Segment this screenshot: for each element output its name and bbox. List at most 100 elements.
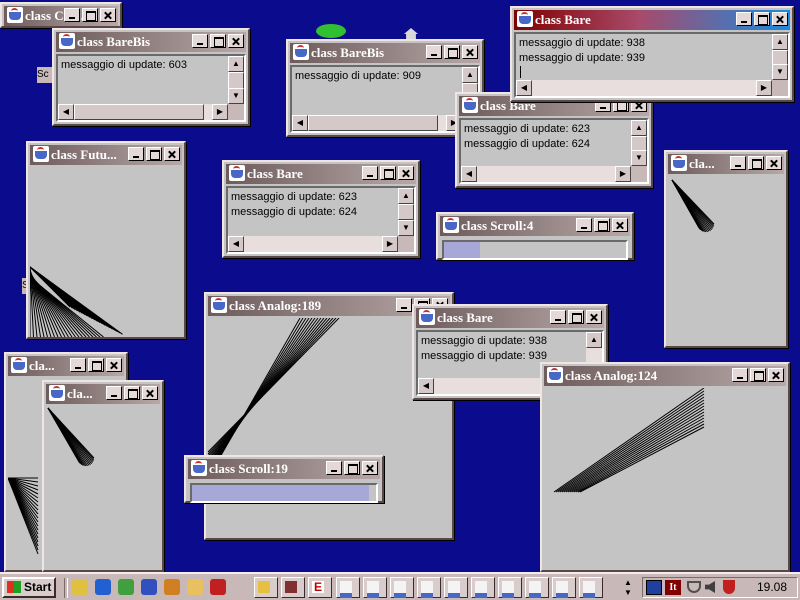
task-button[interactable] — [579, 577, 603, 598]
sound-icon[interactable] — [210, 579, 226, 595]
text-area[interactable]: messaggio di update: 623 messaggio di up… — [226, 186, 416, 254]
close-button[interactable] — [612, 218, 628, 232]
task-button[interactable] — [363, 577, 387, 598]
close-button[interactable] — [586, 310, 602, 324]
scroll-right-button[interactable]: ▶ — [382, 236, 398, 252]
maximize-button[interactable] — [380, 166, 396, 180]
minimize-button[interactable] — [396, 298, 412, 312]
task-button[interactable] — [525, 577, 549, 598]
close-button[interactable] — [100, 8, 116, 22]
clock[interactable]: 19.08 — [757, 578, 787, 597]
window-future[interactable]: class Futu... — [26, 141, 186, 339]
scroll-right-button[interactable]: ▶ — [756, 80, 772, 96]
text-area[interactable]: messaggio di update: 623 messaggio di up… — [459, 118, 649, 184]
maximize-button[interactable] — [124, 386, 140, 400]
close-button[interactable] — [398, 166, 414, 180]
resize-grip[interactable] — [631, 166, 647, 182]
minimize-button[interactable] — [362, 166, 378, 180]
scroll-thumb[interactable] — [308, 115, 438, 131]
task-button[interactable] — [552, 577, 576, 598]
resize-grip[interactable] — [772, 80, 788, 96]
scroll-left-button[interactable]: ◀ — [418, 378, 434, 394]
task-button[interactable] — [390, 577, 414, 598]
task-button[interactable] — [281, 577, 305, 598]
scroll-left-button[interactable]: ◀ — [292, 115, 308, 131]
window-scroll-19[interactable]: class Scroll:19 — [184, 455, 384, 503]
task-button[interactable] — [498, 577, 522, 598]
window-bare-behind[interactable]: class Bare messaggio di update: 623 mess… — [455, 92, 653, 188]
title-bar[interactable]: class Bare — [514, 10, 790, 30]
task-button[interactable] — [417, 577, 441, 598]
close-button[interactable] — [164, 147, 180, 161]
shield-icon[interactable] — [723, 580, 735, 594]
taskbar-scroll-arrows[interactable]: ▲ ▼ — [620, 578, 636, 598]
close-button[interactable] — [766, 156, 782, 170]
window-bare-active[interactable]: class Bare messaggio di update: 938 mess… — [510, 6, 794, 102]
close-button[interactable] — [228, 34, 244, 48]
window-bare-center[interactable]: class Bare messaggio di update: 623 mess… — [222, 160, 420, 258]
maximize-button[interactable] — [88, 358, 104, 372]
task-button[interactable]: E — [308, 577, 332, 598]
window-barebis-1[interactable]: class BareBis messaggio di update: 603 ▲… — [52, 28, 250, 126]
title-bar[interactable]: class BareBis — [56, 32, 246, 52]
text-area[interactable]: messaggio di update: 603 ▲ ▼ ◀ ▶ — [56, 54, 246, 122]
close-button[interactable] — [772, 12, 788, 26]
minimize-button[interactable] — [192, 34, 208, 48]
files-icon[interactable] — [187, 579, 203, 595]
scroll-down-button[interactable]: ▼ — [772, 64, 788, 80]
vertical-scrollbar[interactable]: ▲▼ — [228, 56, 244, 104]
vertical-scrollbar[interactable]: ▲▼ — [631, 120, 647, 166]
minimize-button[interactable] — [326, 461, 342, 475]
minimize-button[interactable] — [550, 310, 566, 324]
horizontal-scrollbar[interactable]: ◀▶ — [292, 115, 462, 131]
network-icon[interactable] — [687, 581, 701, 593]
ie-icon[interactable] — [95, 579, 111, 595]
title-bar[interactable]: cla... — [8, 356, 124, 376]
window-counter[interactable]: class Cou... — [0, 2, 122, 28]
horizontal-scrollbar[interactable]: ◀▶ — [58, 104, 228, 120]
vertical-scrollbar[interactable]: ▲▼ — [772, 34, 788, 80]
title-bar[interactable]: class Bare — [226, 164, 416, 184]
minimize-button[interactable] — [64, 8, 80, 22]
minimize-button[interactable] — [576, 218, 592, 232]
scroll-down-button[interactable]: ▼ — [398, 220, 414, 236]
mail-icon[interactable] — [72, 579, 88, 595]
scroll-thumb[interactable] — [398, 204, 414, 220]
window-right-small[interactable]: cla... — [664, 150, 788, 348]
title-bar[interactable]: cla... — [46, 384, 160, 404]
title-bar[interactable]: class Scroll:19 — [188, 459, 380, 479]
maximize-button[interactable] — [748, 156, 764, 170]
title-bar[interactable]: class BareBis — [290, 43, 480, 63]
scroll-thumb[interactable] — [74, 104, 204, 120]
minimize-button[interactable] — [128, 147, 144, 161]
maximize-button[interactable] — [444, 45, 460, 59]
task-button[interactable] — [336, 577, 360, 598]
scroll-down-button[interactable]: ▼ — [631, 150, 647, 166]
text-area[interactable]: messaggio di update: 909 ▲▼ ◀▶ — [290, 65, 480, 133]
volume-icon[interactable] — [705, 581, 715, 593]
scroll-left-button[interactable]: ◀ — [58, 104, 74, 120]
scroll-up-button[interactable]: ▲ — [462, 67, 478, 83]
minimize-button[interactable] — [106, 386, 122, 400]
window-scroll-4[interactable]: class Scroll:4 — [436, 212, 634, 260]
horizontal-scrollbar[interactable]: ◀▶ — [516, 80, 772, 96]
maximize-button[interactable] — [82, 8, 98, 22]
scroll-left-button[interactable]: ◀ — [461, 166, 477, 182]
scroll-right-button[interactable]: ▶ — [615, 166, 631, 182]
window-analog-124[interactable]: class Analog:124 — [540, 362, 790, 572]
maximize-button[interactable] — [754, 12, 770, 26]
task-button[interactable] — [471, 577, 495, 598]
scroll-left-button[interactable]: ◀ — [516, 80, 532, 96]
minimize-button[interactable] — [736, 12, 752, 26]
maximize-button[interactable] — [594, 218, 610, 232]
title-bar[interactable]: class Scroll:4 — [440, 216, 630, 236]
minimize-button[interactable] — [732, 368, 748, 382]
scroll-right-button[interactable]: ▶ — [212, 104, 228, 120]
text-area[interactable]: messaggio di update: 938 messaggio di up… — [514, 32, 790, 98]
title-bar[interactable]: class Bare — [416, 308, 604, 328]
scroll-up-button[interactable]: ▲ — [228, 56, 244, 72]
channel-icon[interactable] — [141, 579, 157, 595]
resize-grip[interactable] — [398, 236, 414, 252]
horizontal-scrollbar[interactable]: ◀▶ — [228, 236, 398, 252]
minimize-button[interactable] — [730, 156, 746, 170]
